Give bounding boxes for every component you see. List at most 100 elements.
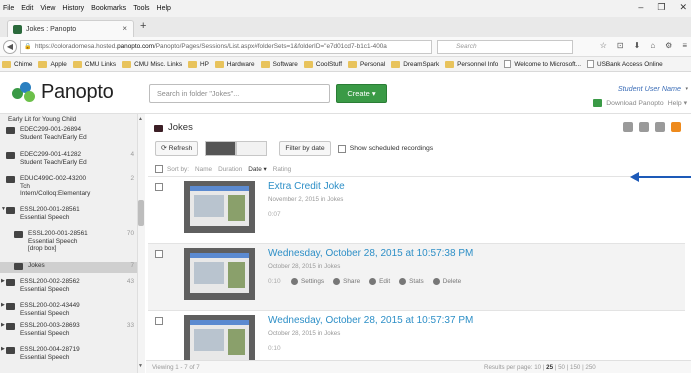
back-button[interactable]: ◀ <box>3 40 17 54</box>
session-title-link[interactable]: Wednesday, October 28, 2015 at 10:57:38 … <box>268 248 473 259</box>
downloads-icon[interactable]: ⬇ <box>634 41 641 50</box>
sort-rating[interactable]: Rating <box>273 166 291 173</box>
menu-tools[interactable]: Tools <box>133 5 149 12</box>
help-menu[interactable]: Help ▾ <box>668 99 687 107</box>
per-page-option-50[interactable]: 50 <box>558 364 565 371</box>
filter-by-date-button[interactable]: Filter by date <box>279 141 331 156</box>
expand-arrow-icon[interactable]: ▶ <box>1 302 5 310</box>
action-share[interactable]: Share <box>333 278 360 285</box>
refresh-button[interactable]: ⟳ Refresh <box>155 141 199 156</box>
bookmark-chime[interactable]: Chime <box>2 60 32 68</box>
stats-icon[interactable] <box>639 122 649 132</box>
reading-list-icon[interactable]: ⊡ <box>617 41 624 50</box>
menu-help[interactable]: Help <box>157 5 171 12</box>
thumbnail-view-button[interactable] <box>236 141 268 156</box>
sidebar-folder-item[interactable]: EDEC299-001-26894 Student Teach/Early Ed <box>0 126 137 144</box>
session-checkbox[interactable] <box>155 183 163 191</box>
select-all-checkbox[interactable] <box>155 165 163 173</box>
menu-view[interactable]: View <box>40 5 55 12</box>
bookmark-welcome-to-microsoft-[interactable]: Welcome to Microsoft... <box>504 60 581 68</box>
bookmark-apple[interactable]: Apple <box>38 60 67 68</box>
scroll-down-icon[interactable]: ▼ <box>138 363 143 369</box>
close-tab-icon[interactable]: × <box>122 24 127 33</box>
action-settings[interactable]: Settings <box>291 278 324 285</box>
action-edit[interactable]: Edit <box>369 278 390 285</box>
bookmark-label: HP <box>200 60 209 68</box>
bookmark-hp[interactable]: HP <box>188 60 209 68</box>
restore-icon[interactable]: ❐ <box>657 2 665 13</box>
sidebar-folder-item[interactable]: ▶ ESSL200-003-28693 Essential Speech 33 <box>0 322 137 340</box>
session-in-word: in <box>317 330 323 337</box>
checkbox[interactable] <box>337 144 346 153</box>
panopto-logo[interactable]: Panopto <box>12 81 114 104</box>
bookmark-usbank-access-online[interactable]: USBank Access Online <box>587 60 663 68</box>
tab-jokes-panopto[interactable]: Jokes : Panopto × <box>7 20 134 37</box>
expand-arrow-icon[interactable]: ▶ <box>1 322 5 330</box>
bookmark-software[interactable]: Software <box>260 60 298 68</box>
session-checkbox[interactable] <box>155 250 163 258</box>
sort-date[interactable]: Date ▾ <box>248 165 266 173</box>
expand-arrow-icon[interactable]: ▶ <box>1 278 5 286</box>
menu-history[interactable]: History <box>62 5 84 12</box>
folder-search-input[interactable]: Search in folder "Jokes"... <box>149 84 330 103</box>
sort-duration[interactable]: Duration <box>218 166 242 173</box>
home-icon[interactable]: ⌂ <box>650 41 655 50</box>
show-scheduled-checkbox[interactable]: Show scheduled recordings <box>337 144 433 153</box>
rss-icon[interactable] <box>671 122 681 132</box>
per-page-option-250[interactable]: 250 <box>585 364 595 371</box>
per-page-option-150[interactable]: 150 <box>570 364 580 371</box>
bookmark-personnel-info[interactable]: Personnel Info <box>445 60 498 68</box>
create-button[interactable]: Create ▾ <box>336 84 387 103</box>
sidebar-folder-item[interactable]: Jokes 7 <box>0 262 137 273</box>
session-checkbox[interactable] <box>155 317 163 325</box>
session-title-link[interactable]: Wednesday, October 28, 2015 at 10:57:37 … <box>268 315 473 326</box>
url-bar[interactable]: https://coloradomesa.hosted.panopto.com/… <box>20 40 432 54</box>
gear-icon[interactable] <box>655 122 665 132</box>
settings-icon[interactable]: ⚙ <box>665 41 672 50</box>
bookmark-personal[interactable]: Personal <box>348 60 385 68</box>
bookmark-star-icon[interactable]: ☆ <box>600 41 607 50</box>
minimize-icon[interactable]: – <box>638 2 643 13</box>
sidebar-folder-item[interactable]: EDEC299-001-41282 Student Teach/Early Ed 4 <box>0 151 137 169</box>
sidebar-folder-item[interactable]: ▶ ESSL200-002-43449 Essential Speech <box>0 302 137 320</box>
user-name-menu[interactable]: Student User Name <box>618 84 681 93</box>
bookmark-coolstuff[interactable]: CoolStuff <box>303 60 342 68</box>
sidebar-scroll-thumb[interactable] <box>138 200 144 226</box>
detail-view-button[interactable] <box>205 141 237 156</box>
chevron-down-icon[interactable]: ▾ <box>685 86 688 92</box>
new-tab-button[interactable]: + <box>140 20 146 32</box>
menu-icon[interactable]: ≡ <box>682 41 687 50</box>
per-page-option-10[interactable]: 10 <box>534 364 541 371</box>
action-stats[interactable]: Stats <box>399 278 424 285</box>
sidebar-folder-item[interactable]: ▶ ESSL200-002-28562 Essential Speech 43 <box>0 278 137 296</box>
browser-search-input[interactable]: Search <box>437 40 573 54</box>
per-page-option-25[interactable]: 25 <box>546 364 553 371</box>
expand-arrow-icon[interactable]: ▶ <box>1 346 5 354</box>
sharing-icon[interactable] <box>623 122 633 132</box>
sort-name[interactable]: Name <box>195 166 212 173</box>
sidebar-folder-item[interactable]: Early Lit for Young Child <box>0 116 137 127</box>
sidebar-folder-item[interactable]: ESSL200-001-28561 Essential Speech [drop b… <box>0 230 137 256</box>
session-in-word: in <box>320 196 326 203</box>
bookmark-hardware[interactable]: Hardware <box>214 60 255 68</box>
bookmark-cmu-links[interactable]: CMU Links <box>72 60 116 68</box>
sidebar-folder-item[interactable]: EDUC499C-002-43200 Tch Intern/Colloq:Eleme… <box>0 175 137 201</box>
sidebar-scrollbar[interactable] <box>137 114 145 373</box>
bookmark-dreamspark[interactable]: DreamSpark <box>391 60 439 68</box>
sidebar-folder-item[interactable]: ▶ ESSL200-004-28719 Essential Speech <box>0 346 137 364</box>
action-delete[interactable]: Delete <box>432 278 461 285</box>
session-date-value: October 28, 2015 <box>268 263 316 270</box>
menu-edit[interactable]: Edit <box>21 5 33 12</box>
session-thumbnail[interactable] <box>184 248 255 300</box>
menu-file[interactable]: File <box>3 5 14 12</box>
scroll-up-icon[interactable]: ▲ <box>138 116 143 122</box>
folder-icon <box>188 60 198 68</box>
sidebar-folder-item[interactable]: ▼ ESSL200-001-28561 Essential Speech <box>0 206 137 224</box>
menu-bookmarks[interactable]: Bookmarks <box>91 5 126 12</box>
close-window-icon[interactable]: ✕ <box>679 2 687 13</box>
bookmark-cmu-misc-links[interactable]: CMU Misc. Links <box>122 60 182 68</box>
session-thumbnail[interactable] <box>184 181 255 233</box>
download-panopto-link[interactable]: Download Panopto <box>606 100 663 107</box>
browser-toolbar-icons: ☆ ⊡ ⬇ ⌂ ⚙ ≡ <box>600 41 687 50</box>
session-title-link[interactable]: Extra Credit Joke <box>268 181 345 192</box>
